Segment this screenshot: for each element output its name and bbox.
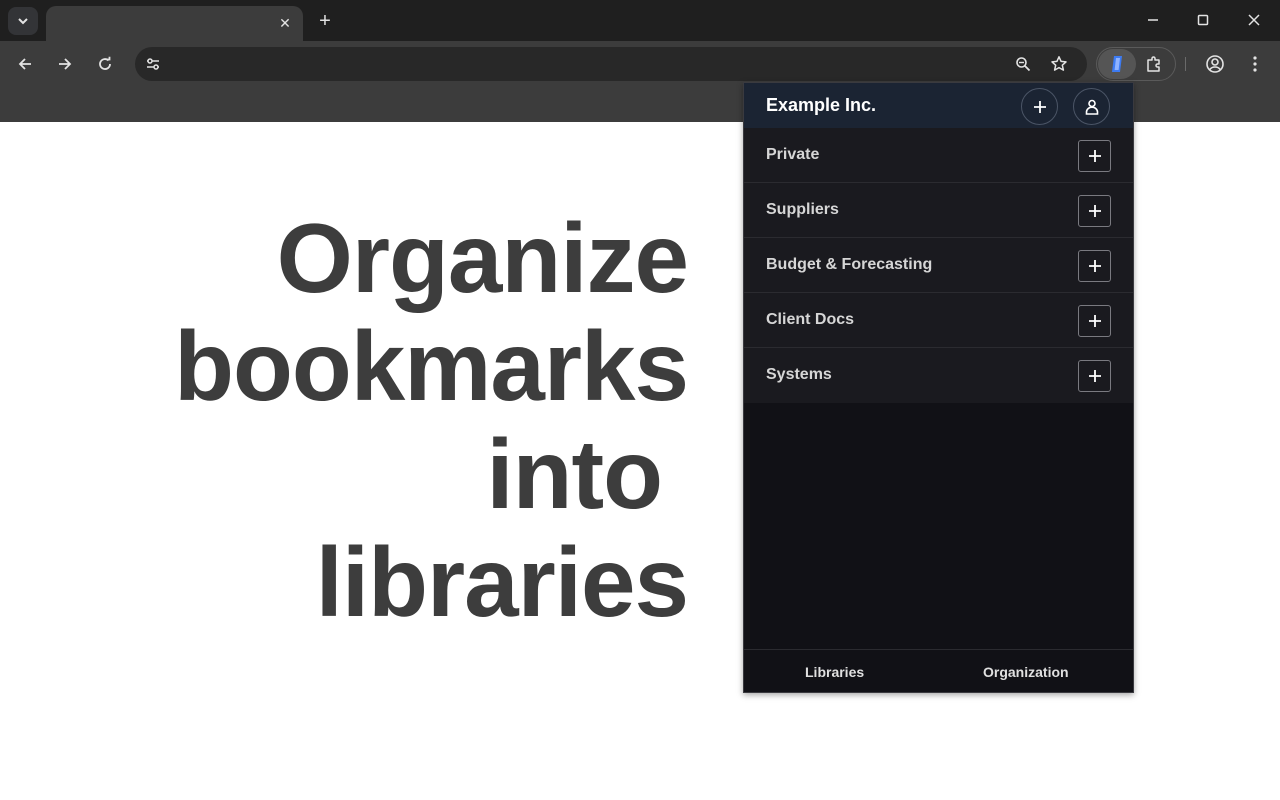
extension-popup: Example Inc. Private Suppliers Budget & … bbox=[743, 82, 1134, 693]
library-label: Systems bbox=[766, 366, 832, 383]
bookmark-star-button[interactable] bbox=[1049, 54, 1069, 74]
plus-icon bbox=[1088, 150, 1101, 162]
reload-button[interactable] bbox=[92, 51, 118, 77]
plus-icon bbox=[1088, 205, 1101, 217]
add-bookmark-button[interactable] bbox=[1078, 195, 1111, 227]
arrow-left-icon bbox=[18, 58, 31, 70]
toolbar-divider bbox=[1185, 57, 1186, 71]
plus-icon bbox=[1088, 370, 1101, 382]
add-bookmark-button[interactable] bbox=[1078, 140, 1111, 172]
extensions-group bbox=[1096, 47, 1176, 81]
headline-line: bookmarks bbox=[174, 311, 689, 421]
arrow-right-icon bbox=[59, 58, 72, 70]
library-label: Private bbox=[766, 146, 820, 163]
library-item-budget-forecasting[interactable]: Budget & Forecasting bbox=[744, 238, 1133, 293]
add-library-button[interactable] bbox=[1021, 88, 1058, 125]
organization-name: Example Inc. bbox=[766, 95, 877, 115]
close-icon: ✕ bbox=[279, 14, 291, 31]
user-icon bbox=[1085, 99, 1098, 115]
add-bookmark-button[interactable] bbox=[1078, 360, 1111, 392]
page-headline: Organize bookmarks into libraries bbox=[80, 203, 689, 637]
plus-icon bbox=[1088, 260, 1101, 272]
close-icon bbox=[1248, 14, 1260, 26]
menu-button[interactable] bbox=[1243, 52, 1267, 76]
profile-icon bbox=[1206, 55, 1224, 73]
maximize-button[interactable] bbox=[1188, 8, 1218, 32]
window-close-button[interactable] bbox=[1239, 8, 1269, 32]
tab-strip: ✕ + bbox=[0, 0, 1280, 41]
browser-window: ✕ + Organize bookmarks into libraries Ex… bbox=[0, 0, 1280, 800]
popup-footer-tabs: Libraries Organization bbox=[744, 649, 1133, 692]
address-bar[interactable] bbox=[135, 47, 1087, 81]
account-button[interactable] bbox=[1073, 88, 1110, 125]
site-info-button[interactable] bbox=[143, 54, 163, 74]
tab-organization[interactable]: Organization bbox=[983, 664, 1069, 680]
library-item-client-docs[interactable]: Client Docs bbox=[744, 293, 1133, 348]
browser-tab[interactable]: ✕ bbox=[46, 6, 303, 41]
library-label: Budget & Forecasting bbox=[766, 256, 933, 273]
zoom-button[interactable] bbox=[1013, 54, 1033, 74]
add-bookmark-button[interactable] bbox=[1078, 250, 1111, 282]
plus-icon bbox=[1088, 315, 1101, 327]
minimize-icon bbox=[1148, 19, 1158, 21]
plus-icon bbox=[1033, 100, 1046, 113]
back-button[interactable] bbox=[12, 51, 38, 77]
library-item-suppliers[interactable]: Suppliers bbox=[744, 183, 1133, 238]
headline-line: libraries bbox=[315, 527, 689, 637]
tab-search-button[interactable] bbox=[8, 7, 38, 35]
library-item-private[interactable]: Private bbox=[744, 128, 1133, 183]
add-bookmark-button[interactable] bbox=[1078, 305, 1111, 337]
forward-button[interactable] bbox=[52, 51, 78, 77]
zoom-icon bbox=[1016, 57, 1031, 72]
reload-icon bbox=[99, 56, 111, 70]
new-tab-button[interactable]: + bbox=[313, 9, 337, 33]
extensions-button[interactable] bbox=[1143, 54, 1165, 74]
extension-logo-icon bbox=[1112, 56, 1122, 72]
maximize-icon bbox=[1197, 14, 1209, 26]
tab-close-button[interactable]: ✕ bbox=[275, 13, 295, 33]
library-label: Suppliers bbox=[766, 201, 839, 218]
headline-line: into bbox=[486, 419, 663, 529]
star-icon bbox=[1051, 56, 1067, 71]
library-item-systems[interactable]: Systems bbox=[744, 348, 1133, 403]
plus-icon: + bbox=[319, 9, 331, 32]
minimize-button[interactable] bbox=[1138, 8, 1168, 32]
toolbar bbox=[0, 41, 1280, 86]
headline-line: Organize bbox=[276, 203, 689, 313]
chevron-down-icon bbox=[18, 18, 28, 25]
tab-libraries[interactable]: Libraries bbox=[805, 664, 864, 680]
bookmark-extension-button[interactable] bbox=[1098, 49, 1136, 79]
puzzle-icon bbox=[1147, 56, 1160, 72]
library-label: Client Docs bbox=[766, 311, 855, 328]
tune-icon bbox=[147, 58, 159, 70]
library-list: Private Suppliers Budget & Forecasting C… bbox=[744, 128, 1133, 403]
popup-header: Example Inc. bbox=[744, 83, 1133, 128]
profile-button[interactable] bbox=[1203, 52, 1227, 76]
kebab-menu-icon bbox=[1253, 56, 1257, 72]
